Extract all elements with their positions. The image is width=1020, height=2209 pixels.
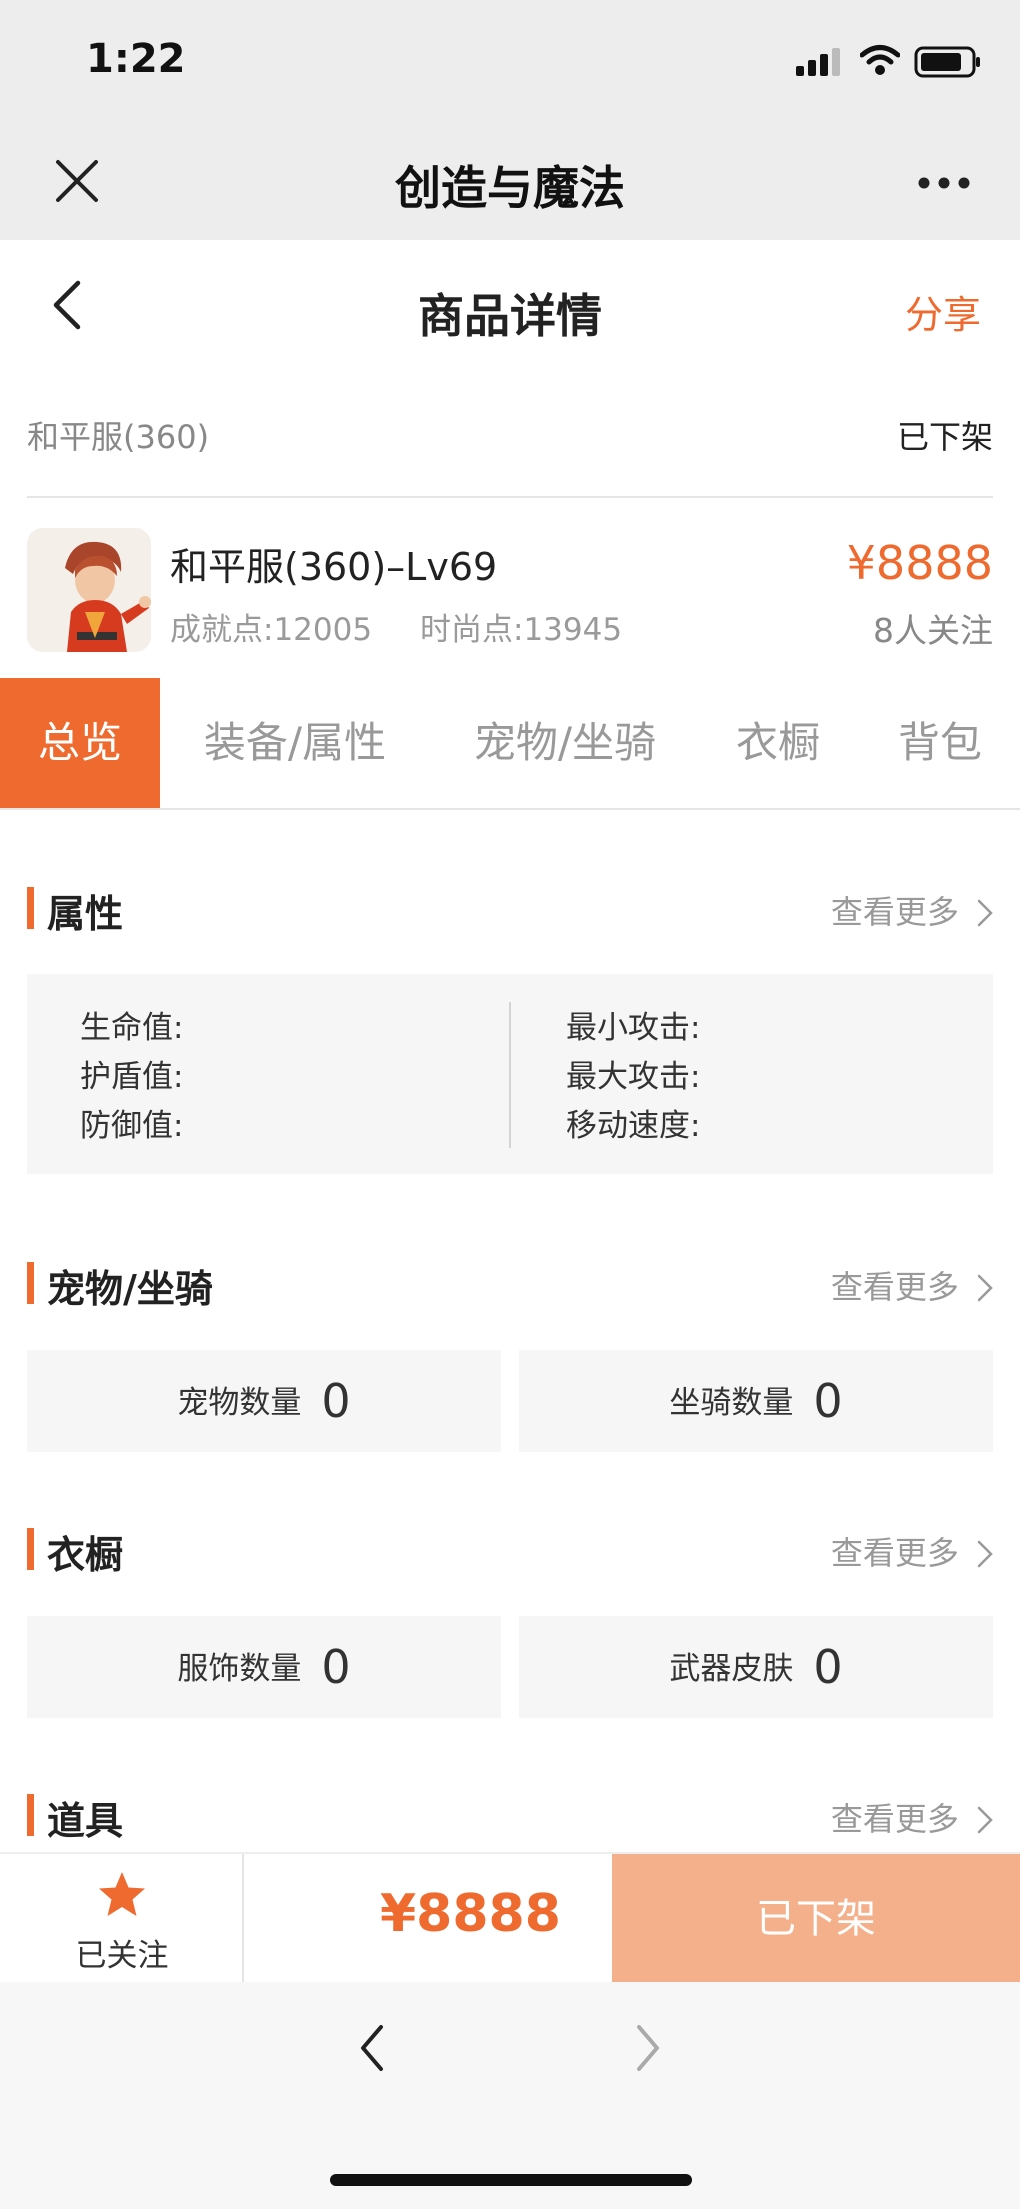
follow-button[interactable]: 已关注	[0, 1854, 244, 1984]
section-marker	[27, 887, 34, 929]
view-more-items[interactable]: 查看更多	[831, 1794, 993, 1840]
view-more-pets[interactable]: 查看更多	[831, 1262, 993, 1308]
view-more-attributes[interactable]: 查看更多	[831, 887, 993, 933]
tab-overview[interactable]: 总览	[0, 678, 160, 808]
stat-label: 服饰数量	[177, 1651, 302, 1687]
server-row: 和平服(360) 已下架	[27, 380, 993, 498]
listing-status: 已下架	[896, 418, 993, 456]
section-marker	[27, 1528, 34, 1570]
section-title: 衣橱	[47, 1533, 124, 1577]
attributes-divider	[509, 1002, 511, 1148]
attributes-right-column: 最小攻击: 最大攻击: 移动速度:	[566, 1004, 700, 1151]
pets-section-header: 宠物/坐骑 查看更多	[27, 1250, 993, 1311]
wardrobe-section-header: 衣橱 查看更多	[27, 1516, 993, 1577]
follow-label: 已关注	[75, 1938, 169, 1974]
wechat-title-bar: 创造与魔法	[0, 122, 1020, 240]
tab-wardrobe[interactable]: 衣橱	[718, 678, 838, 808]
share-button[interactable]: 分享	[905, 284, 981, 339]
stat-label: 武器皮肤	[669, 1651, 794, 1687]
chevron-right-icon	[977, 899, 993, 927]
follower-count: 8人关注	[873, 611, 993, 650]
mount-count-card: 坐骑数量 0	[519, 1350, 993, 1452]
attr-max-attack: 最大攻击:	[566, 1059, 701, 1095]
attributes-panel: 生命值: 护盾值: 防御值: 最小攻击: 最大攻击: 移动速度:	[27, 974, 993, 1174]
more-options-icon[interactable]	[918, 174, 970, 193]
section-title: 宠物/坐骑	[47, 1267, 213, 1311]
tab-bar: 总览 装备/属性 宠物/坐骑 衣橱 背包	[0, 678, 1020, 810]
tab-equipment[interactable]: 装备/属性	[186, 678, 404, 808]
section-marker	[27, 1794, 34, 1836]
view-more-label: 查看更多	[830, 1268, 959, 1306]
home-indicator	[330, 2174, 692, 2186]
fashion-points: 时尚点:13945	[420, 612, 623, 648]
view-more-label: 查看更多	[830, 1800, 959, 1838]
section-title: 属性	[47, 892, 124, 936]
product-summary[interactable]: 和平服(360)–Lv69 成就点:12005 时尚点:13945 ¥8888 …	[0, 500, 1020, 652]
stat-label: 坐骑数量	[669, 1385, 794, 1421]
outfit-count-card: 服饰数量 0	[27, 1616, 501, 1718]
status-bar: 1:22	[0, 0, 1020, 122]
view-more-label: 查看更多	[830, 893, 959, 931]
view-more-label: 查看更多	[830, 1534, 959, 1572]
wifi-icon	[859, 44, 901, 80]
signal-icon	[796, 48, 842, 80]
stat-value: 0	[321, 1374, 351, 1428]
attr-hp: 生命值:	[80, 1010, 184, 1046]
section-title: 道具	[47, 1799, 124, 1843]
tab-backpack[interactable]: 背包	[880, 678, 1000, 808]
items-section-header: 道具 查看更多	[27, 1782, 993, 1843]
chevron-right-icon	[977, 1806, 993, 1834]
wechat-title: 创造与魔法	[395, 161, 625, 215]
attr-min-attack: 最小攻击:	[566, 1010, 701, 1046]
view-more-wardrobe[interactable]: 查看更多	[831, 1528, 993, 1574]
achievement-points: 成就点:12005	[170, 612, 373, 648]
product-title: 和平服(360)–Lv69	[170, 545, 498, 589]
page-nav-bar: 商品详情 分享	[0, 240, 1020, 370]
server-name: 和平服(360)	[27, 418, 210, 456]
pet-count-card: 宠物数量 0	[27, 1350, 501, 1452]
delisted-button[interactable]: 已下架	[612, 1854, 1020, 1984]
page-title: 商品详情	[418, 289, 602, 343]
stat-value: 0	[813, 1374, 843, 1428]
browser-forward-icon[interactable]	[636, 2024, 660, 2076]
stat-label: 宠物数量	[177, 1385, 302, 1421]
bottom-price: ¥8888	[380, 1884, 561, 1944]
browser-toolbar	[0, 1982, 1020, 2209]
stat-value: 0	[321, 1640, 351, 1694]
character-avatar	[27, 528, 151, 652]
status-time: 1:22	[86, 36, 186, 82]
product-price: ¥8888	[846, 536, 993, 590]
stat-value: 0	[813, 1640, 843, 1694]
attributes-left-column: 生命值: 护盾值: 防御值:	[80, 1004, 183, 1151]
tab-pets-mounts[interactable]: 宠物/坐骑	[456, 678, 674, 808]
weapon-skin-count-card: 武器皮肤 0	[519, 1616, 993, 1718]
section-marker	[27, 1262, 34, 1304]
browser-back-icon[interactable]	[360, 2024, 384, 2076]
attr-move-speed: 移动速度:	[566, 1108, 701, 1144]
attributes-section-header: 属性 查看更多	[27, 875, 993, 936]
bottom-action-bar: 已关注 ¥8888 已下架	[0, 1852, 1020, 1984]
attr-shield: 护盾值:	[80, 1059, 184, 1095]
attr-defense: 防御值:	[80, 1108, 184, 1144]
star-icon	[96, 1870, 148, 1924]
battery-icon	[914, 46, 982, 82]
chevron-right-icon	[977, 1540, 993, 1568]
chevron-right-icon	[977, 1274, 993, 1302]
